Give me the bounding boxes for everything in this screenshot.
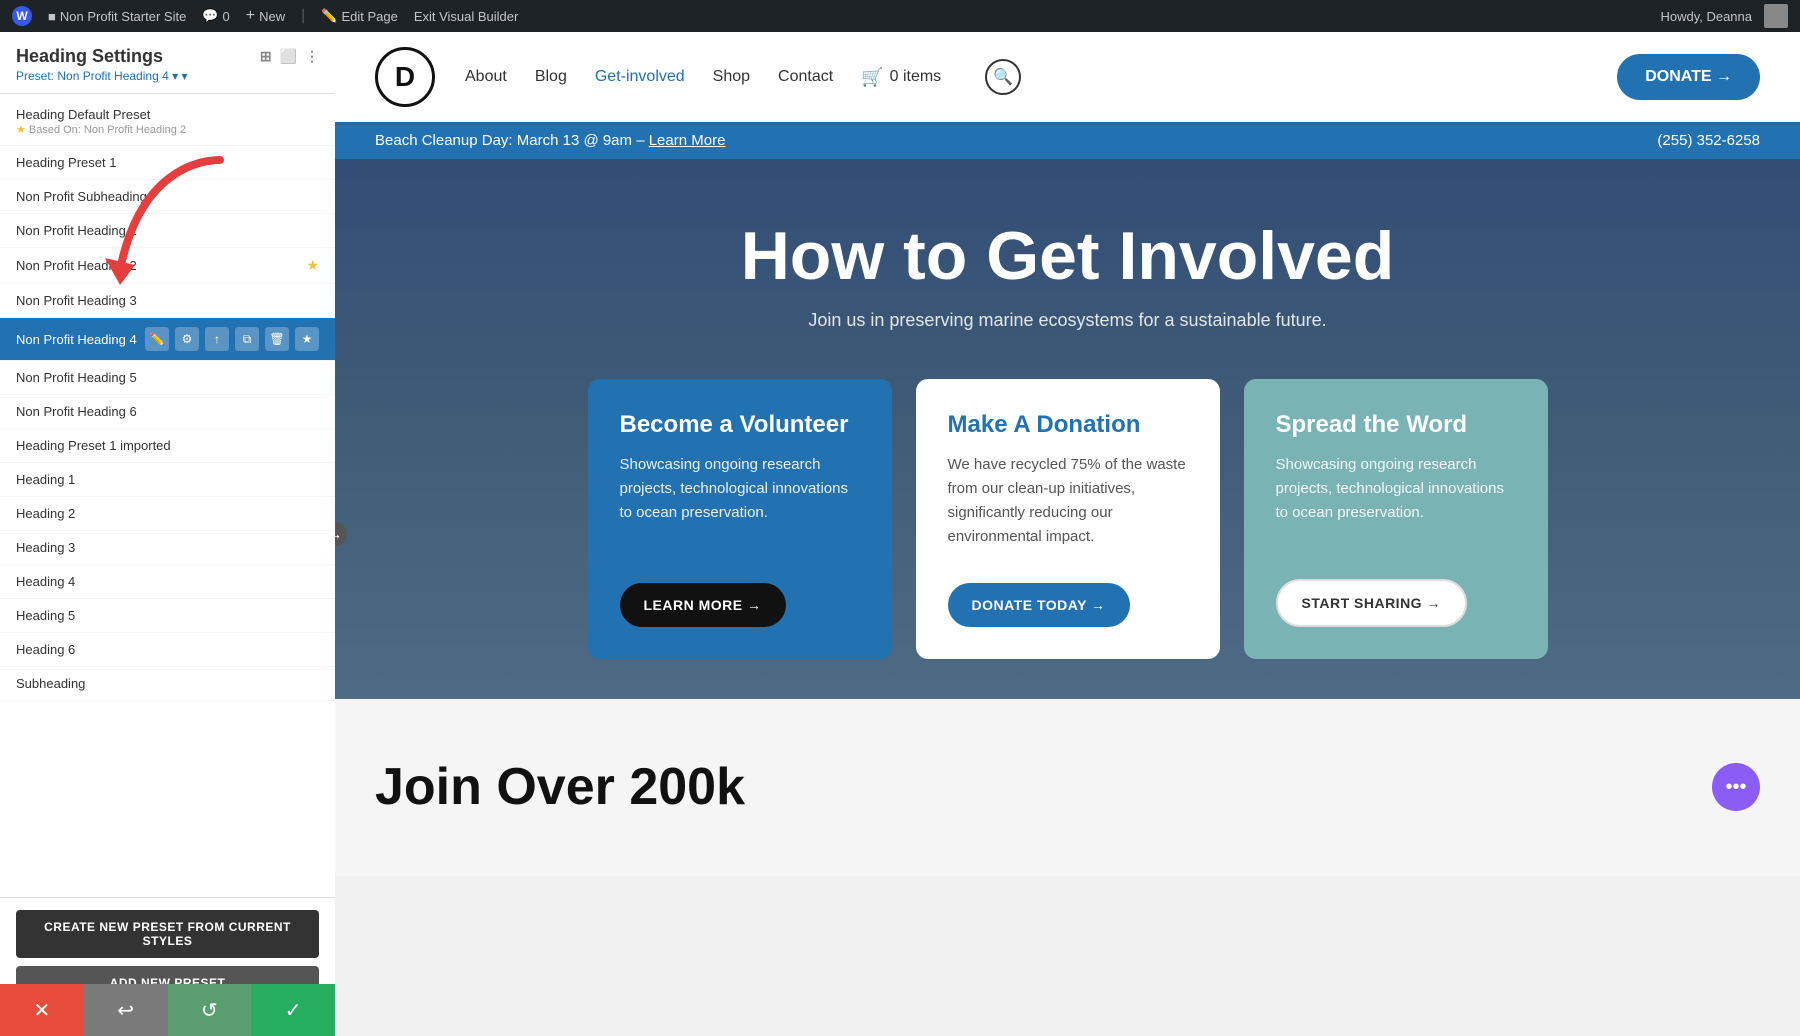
nav-about[interactable]: About (465, 68, 507, 86)
learn-more-button[interactable]: LEARN MORE → (620, 583, 786, 627)
card-donation-body: We have recycled 75% of the waste from o… (948, 453, 1188, 563)
panel-icon-more[interactable]: ⋮ (305, 48, 319, 65)
admin-avatar[interactable] (1764, 4, 1788, 28)
nav-cart[interactable]: 🛒 0 items (861, 67, 941, 88)
preset-item-h6[interactable]: Heading 6 (0, 633, 335, 667)
cancel-button[interactable]: ✕ (0, 984, 84, 1036)
card-donation-title: Make A Donation (948, 411, 1188, 439)
card-volunteer-title: Become a Volunteer (620, 411, 860, 439)
preset-item-1[interactable]: Heading Preset 1 (0, 146, 335, 180)
card-donation: Make A Donation We have recycled 75% of … (916, 379, 1220, 659)
admin-edit-page[interactable]: ✏️ Edit Page (321, 8, 398, 24)
admin-greeting: Howdy, Deanna (1660, 9, 1752, 24)
preset-item-np-h5[interactable]: Non Profit Heading 5 (0, 361, 335, 395)
below-hero-title: Join Over 200k (375, 759, 745, 816)
nav-get-involved[interactable]: Get-involved (595, 68, 685, 86)
preset-item-np-h3[interactable]: Non Profit Heading 3 (0, 284, 335, 318)
panel-title: Heading Settings ⊞ ⬜ ⋮ (16, 46, 319, 67)
preset-item-np-h4[interactable]: Non Profit Heading 4 ✏️ ⚙ ↑ ⧉ 🗑 ★ (0, 318, 335, 361)
preset-item-np-h1[interactable]: Non Profit Heading 1 (0, 214, 335, 248)
tool-delete[interactable]: 🗑 (265, 327, 289, 351)
preset-list: Heading Default Preset ★Based On: Non Pr… (0, 94, 335, 897)
preset-item-h5[interactable]: Heading 5 (0, 599, 335, 633)
preset-item-heading-default[interactable]: Heading Default Preset ★Based On: Non Pr… (0, 98, 335, 146)
cart-icon: 🛒 (861, 67, 883, 88)
announcement-phone: (255) 352-6258 (1657, 132, 1760, 149)
admin-bar: W D ■ Non Profit Starter Site 💬 0 + New … (0, 0, 1800, 32)
purple-dot-button[interactable]: ••• (1712, 763, 1760, 811)
below-hero-section: Join Over 200k ••• (335, 699, 1800, 876)
bottom-bar: ✕ ↩ ↺ ✓ (0, 984, 335, 1036)
tool-edit[interactable]: ✏️ (145, 327, 169, 351)
star-np-h2[interactable]: ★ (306, 257, 319, 274)
start-sharing-button[interactable]: START SHARING → (1276, 579, 1467, 627)
site-nav: D About Blog Get-involved Shop Contact 🛒… (335, 32, 1800, 122)
preset-item-subheading[interactable]: Non Profit Subheading (0, 180, 335, 214)
preset-item-subheading2[interactable]: Subheading (0, 667, 335, 701)
tool-duplicate[interactable]: ⧉ (235, 327, 259, 351)
heading-settings-panel: Heading Settings ⊞ ⬜ ⋮ Preset: Non Profi… (0, 32, 335, 1036)
preset-item-h4[interactable]: Heading 4 (0, 565, 335, 599)
save-button[interactable]: ✓ (251, 984, 335, 1036)
hero-section: How to Get Involved Join us in preservin… (335, 159, 1800, 699)
site-logo: D (375, 47, 435, 107)
below-hero-right: ••• (785, 763, 1760, 811)
tool-star[interactable]: ★ (295, 327, 319, 351)
card-volunteer-body: Showcasing ongoing research projects, te… (620, 453, 860, 563)
panel-title-icons: ⊞ ⬜ ⋮ (260, 48, 319, 65)
preset-item-np-h2[interactable]: Non Profit Heading 2 ★ (0, 248, 335, 284)
nav-donate-button[interactable]: DONATE → (1617, 54, 1760, 100)
card-spread-title: Spread the Word (1276, 411, 1516, 439)
tool-settings[interactable]: ⚙ (175, 327, 199, 351)
preset-item-h2[interactable]: Heading 2 (0, 497, 335, 531)
admin-new[interactable]: + New (246, 7, 285, 25)
announcement-bar: Beach Cleanup Day: March 13 @ 9am – Lear… (335, 122, 1800, 159)
panel-icon-grid[interactable]: ⊞ (260, 48, 272, 65)
preset-item-h3[interactable]: Heading 3 (0, 531, 335, 565)
announcement-text: Beach Cleanup Day: March 13 @ 9am – Lear… (375, 132, 725, 149)
card-spread-body: Showcasing ongoing research projects, te… (1276, 453, 1516, 559)
nav-contact[interactable]: Contact (778, 68, 833, 86)
preset-item-imported[interactable]: Heading Preset 1 imported (0, 429, 335, 463)
preset-item-h1[interactable]: Heading 1 (0, 463, 335, 497)
active-tools: ✏️ ⚙ ↑ ⧉ 🗑 ★ (145, 327, 319, 351)
admin-comments[interactable]: 💬 0 (202, 8, 229, 24)
wp-logo[interactable]: W (12, 6, 32, 26)
donate-today-button[interactable]: DONATE TODAY → (948, 583, 1130, 627)
panel-header: Heading Settings ⊞ ⬜ ⋮ Preset: Non Profi… (0, 32, 335, 94)
nav-shop[interactable]: Shop (713, 68, 750, 86)
announcement-link[interactable]: Learn More (649, 132, 726, 149)
panel-preset-label[interactable]: Preset: Non Profit Heading 4 ▾ (16, 69, 319, 83)
main-content: ↔ D About Blog Get-involved Shop Contact… (335, 32, 1800, 1036)
site-nav-links: About Blog Get-involved Shop Contact 🛒 0… (465, 59, 1021, 95)
hero-title: How to Get Involved (741, 219, 1395, 294)
admin-site-name[interactable]: D ■ Non Profit Starter Site (48, 9, 186, 24)
hero-subtitle: Join us in preserving marine ecosystems … (808, 310, 1326, 331)
create-preset-button[interactable]: CREATE NEW PRESET FROM CURRENT STYLES (16, 910, 319, 958)
search-icon[interactable]: 🔍 (985, 59, 1021, 95)
cards-row: Become a Volunteer Showcasing ongoing re… (588, 379, 1548, 659)
redo-button[interactable]: ↺ (168, 984, 252, 1036)
card-volunteer: Become a Volunteer Showcasing ongoing re… (588, 379, 892, 659)
nav-blog[interactable]: Blog (535, 68, 567, 86)
undo-button[interactable]: ↩ (84, 984, 168, 1036)
tool-export[interactable]: ↑ (205, 327, 229, 351)
panel-icon-columns[interactable]: ⬜ (280, 48, 297, 65)
card-spread-word: Spread the Word Showcasing ongoing resea… (1244, 379, 1548, 659)
admin-exit-builder[interactable]: Exit Visual Builder (414, 9, 519, 24)
preset-item-np-h6[interactable]: Non Profit Heading 6 (0, 395, 335, 429)
